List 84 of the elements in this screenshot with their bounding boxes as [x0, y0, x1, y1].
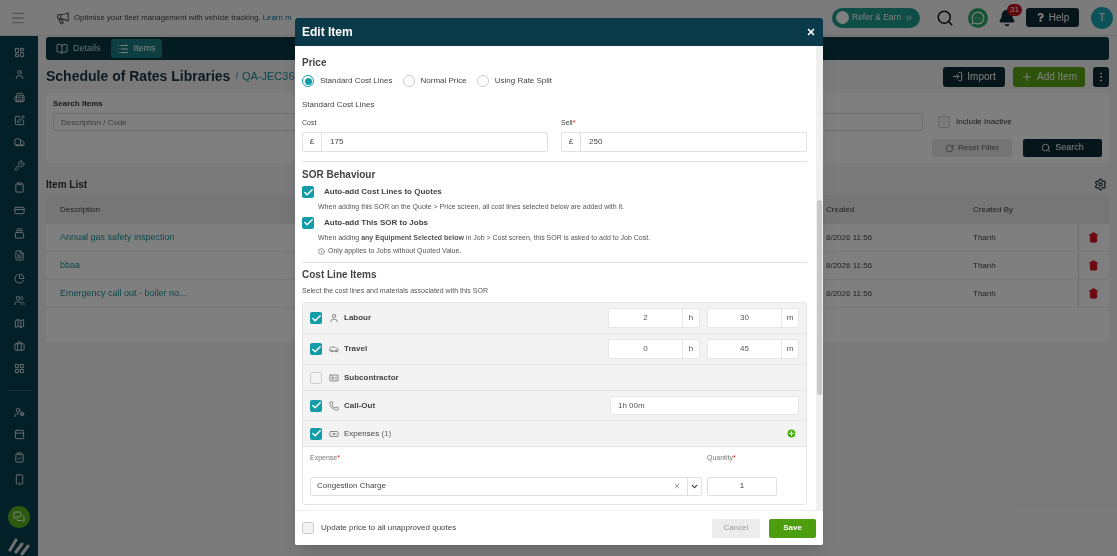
megaphone-icon [56, 10, 70, 25]
checkbox[interactable] [310, 427, 322, 440]
car-icon [329, 344, 339, 354]
reset-icon [945, 143, 955, 153]
breadcrumb-separator: / [235, 69, 238, 83]
plus-icon [1021, 70, 1033, 83]
page-title: Schedule of Rates Libraries [46, 67, 231, 86]
cost-line-label: Subcontractor [344, 371, 399, 384]
column-header: Created [826, 203, 855, 216]
search-icon [1041, 143, 1052, 153]
checkbox[interactable] [310, 312, 322, 324]
table-cell-text: Thanh [972, 231, 997, 244]
table-cell-text: 8/2026 11:56 [825, 287, 874, 300]
radio-option[interactable]: Normal Price [402, 75, 467, 87]
dialog-title: Edit Item [302, 24, 353, 41]
chat-icon[interactable] [968, 7, 988, 28]
quantity-field[interactable]: 1 [707, 476, 777, 496]
minutes-field[interactable]: 45 m [707, 339, 799, 359]
close-icon[interactable] [806, 27, 816, 37]
more-options-button[interactable] [1093, 66, 1109, 87]
chat-bubble-button[interactable] [8, 505, 30, 528]
list-icon [116, 42, 129, 55]
table-cell-text: Thanh [972, 259, 997, 272]
expense-select[interactable]: Congestion Charge [310, 476, 702, 496]
cost-line-label: Expenses (1) [344, 427, 392, 440]
search-button[interactable]: Search [1023, 139, 1102, 157]
cost-line-label: Call-Out [344, 399, 376, 412]
checkbox[interactable] [310, 343, 322, 355]
checkbox[interactable] [302, 186, 314, 198]
notification-badge: 31 [1007, 3, 1022, 16]
table-cell-text: Thanh [972, 287, 997, 300]
cost-line-label: Travel [344, 343, 368, 355]
question-icon [1035, 13, 1045, 22]
section-title: Item List [46, 177, 88, 192]
duration-field[interactable]: 1h 00m [610, 396, 799, 415]
import-button[interactable]: Import [943, 66, 1005, 87]
checkbox-label: Auto-add This SOR to Jobs [324, 216, 428, 229]
checkbox[interactable] [302, 522, 314, 534]
radio-option[interactable]: Using Rate Split [476, 75, 553, 87]
checkbox[interactable] [310, 399, 322, 412]
id-card-icon [329, 372, 339, 383]
checkbox[interactable] [938, 116, 950, 128]
cost-field[interactable]: £ 175 [302, 132, 548, 152]
add-expense-icon[interactable] [786, 428, 797, 439]
checkbox-label: Include Inactive [956, 116, 1012, 128]
delete-icon[interactable] [1087, 232, 1099, 243]
hours-field[interactable]: 2 h [608, 308, 700, 328]
info-icon [318, 247, 325, 255]
refer-earn-button[interactable]: Refer & Earn [832, 7, 920, 28]
save-button[interactable]: Save [769, 518, 816, 538]
subheading: Standard Cost Lines [302, 99, 376, 111]
chat-icon [13, 510, 25, 523]
delete-icon[interactable] [1087, 260, 1099, 271]
column-header: Description [60, 203, 100, 216]
delete-icon[interactable] [1087, 288, 1099, 299]
checkbox-label: Auto-add Cost Lines to Quotes [324, 186, 442, 198]
table-cell-text: 8/2026 11:56 [825, 259, 874, 272]
chevrons-icon [904, 12, 915, 23]
hours-field[interactable]: 0 h [608, 339, 700, 359]
import-icon [952, 71, 964, 82]
checkbox[interactable] [302, 216, 314, 229]
section-heading: Price [302, 56, 328, 70]
column-header: Created By [973, 203, 1014, 216]
settings-icon[interactable] [1094, 177, 1107, 191]
banknote-icon [329, 428, 339, 439]
person-icon [329, 313, 339, 323]
book-icon [56, 42, 68, 55]
radio-option[interactable]: Standard Cost Lines [302, 75, 393, 87]
cancel-button[interactable]: Cancel [712, 518, 760, 538]
sell-field[interactable]: £ 250 [561, 132, 807, 152]
search-label: Search Items [53, 98, 103, 110]
table-cell-text: 8/2026 11:56 [825, 231, 874, 244]
phone-icon [329, 400, 339, 411]
checkbox[interactable] [310, 371, 322, 384]
cost-line-label: Labour [344, 312, 372, 324]
help-button[interactable]: Help [1026, 8, 1079, 27]
search-icon[interactable] [936, 8, 954, 27]
tab[interactable]: Details [50, 39, 107, 58]
checkbox-label: Update price to all unapproved quotes [321, 522, 457, 534]
clear-icon[interactable] [673, 482, 681, 490]
tab[interactable]: Items [110, 39, 162, 58]
section-heading: SOR Behaviour [302, 168, 377, 182]
section-heading: Cost Line Items [302, 267, 378, 282]
minutes-field[interactable]: 30 m [707, 308, 799, 328]
